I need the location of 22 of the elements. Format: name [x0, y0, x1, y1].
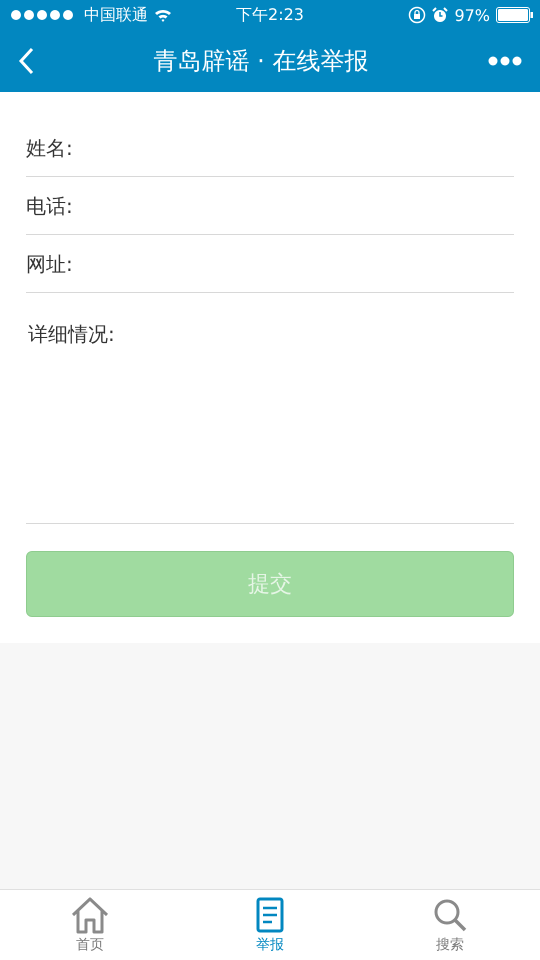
battery-percent: 97%	[454, 6, 490, 24]
wifi-icon	[154, 8, 172, 22]
rotation-lock-icon	[408, 6, 426, 24]
tab-item[interactable]: 首页	[0, 890, 180, 960]
alarm-icon	[432, 7, 448, 23]
details-field[interactable]: 详细情况:	[26, 293, 514, 524]
battery-icon	[496, 7, 534, 23]
field-label: 电话:	[26, 193, 73, 220]
field-label: 详细情况:	[28, 322, 115, 346]
home-icon	[70, 896, 110, 934]
field-label: 姓名:	[26, 135, 73, 162]
more-icon	[488, 56, 522, 66]
status-time: 下午2:23	[236, 4, 304, 26]
form-field[interactable]: 网址:	[26, 235, 514, 293]
form-field[interactable]: 姓名:	[26, 92, 514, 177]
tab-item[interactable]: 搜索	[360, 890, 540, 960]
tab-item[interactable]: 举报	[180, 890, 360, 960]
back-icon	[18, 47, 34, 75]
field-label: 网址:	[26, 251, 73, 278]
form-field[interactable]: 电话:	[26, 177, 514, 235]
carrier-name: 中国联通	[84, 4, 148, 26]
page-title: 青岛辟谣 · 在线举报	[154, 46, 368, 77]
